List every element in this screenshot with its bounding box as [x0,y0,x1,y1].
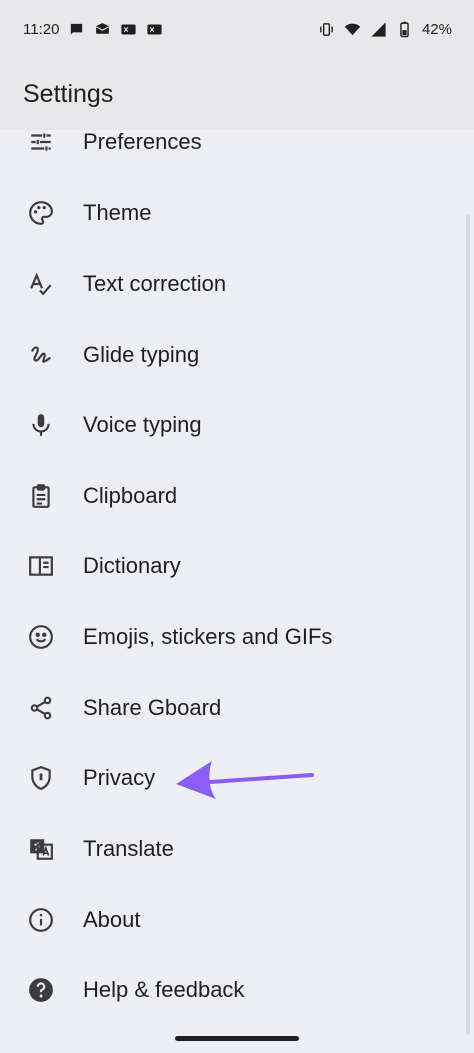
chat-icon [67,20,85,38]
app-bar: Settings [0,58,474,130]
status-time: 11:20 [23,20,60,38]
share-icon [28,695,54,721]
settings-item-label: Share Gboard [83,695,222,720]
settings-item-label: Dictionary [83,553,181,578]
settings-item-label: Clipboard [83,483,178,508]
settings-item-theme[interactable]: Theme [0,178,474,248]
settings-item-dictionary[interactable]: Dictionary [0,531,474,601]
translate-icon [28,836,54,862]
settings-item-text-correction[interactable]: Text correction [0,249,474,319]
message-icon [119,20,137,38]
settings-item-emojis[interactable]: Emojis, stickers and GIFs [0,602,474,672]
status-right: 42% [318,20,452,38]
emoji-icon [28,624,54,650]
help-icon [28,977,54,1003]
settings-item-translate[interactable]: Translate [0,814,474,884]
scrollbar[interactable] [466,215,470,1035]
mail-icon [93,20,111,38]
battery-percent: 42% [421,20,452,38]
settings-item-label: Preferences [83,130,202,154]
palette-icon [28,200,54,226]
settings-item-glide-typing[interactable]: Glide typing [0,320,474,390]
book-icon [28,553,54,579]
wifi-icon [344,20,362,38]
preferences-icon [28,130,54,155]
signal-icon [370,20,388,38]
status-left: 11:20 [23,20,163,38]
gesture-nav-handle[interactable] [175,1036,299,1041]
settings-item-preferences[interactable]: Preferences [0,130,474,177]
annotation-arrow [176,761,314,799]
spellcheck-icon [28,271,54,297]
settings-item-share-gboard[interactable]: Share Gboard [0,673,474,743]
clipboard-icon [28,483,54,509]
settings-item-clipboard[interactable]: Clipboard [0,461,474,531]
shield-icon [28,765,54,791]
vibrate-icon [318,20,336,38]
settings-item-label: About [83,907,141,932]
settings-item-label: Voice typing [83,412,202,437]
status-bar: 11:20 42% [0,0,474,58]
settings-item-voice-typing[interactable]: Voice typing [0,390,474,460]
settings-item-label: Translate [83,836,174,861]
settings-item-label: Text correction [83,271,227,296]
settings-item-label: Emojis, stickers and GIFs [83,624,333,649]
page-title: Settings [23,79,114,108]
settings-item-label: Glide typing [83,342,200,367]
settings-item-label: Help & feedback [83,977,245,1002]
settings-item-help-feedback[interactable]: Help & feedback [0,955,474,1025]
email-icon [145,20,163,38]
settings-item-label: Theme [83,200,152,225]
info-icon [28,907,54,933]
settings-item-label: Privacy [83,765,156,790]
settings-list: Preferences Theme Text correction Glide … [0,130,474,1053]
gesture-icon [28,342,54,368]
settings-item-about[interactable]: About [0,885,474,955]
microphone-icon [28,412,54,438]
battery-icon [396,20,414,38]
